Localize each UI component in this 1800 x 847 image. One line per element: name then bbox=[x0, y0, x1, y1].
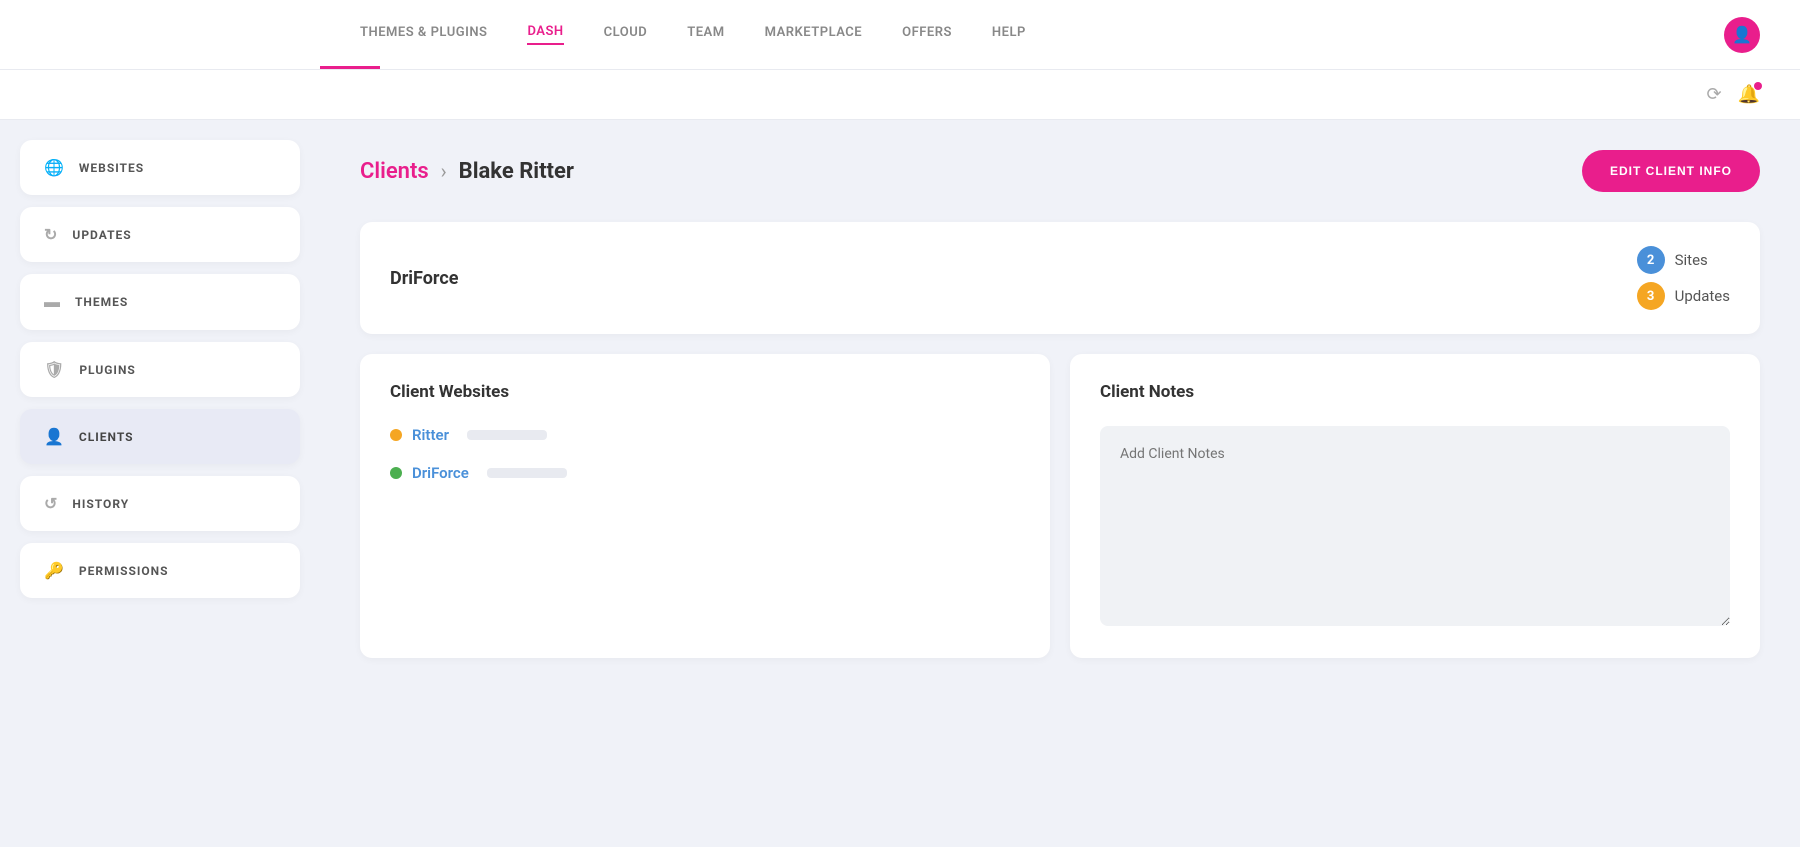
top-nav: THEMES & PLUGINS DASH CLOUD TEAM MARKETP… bbox=[0, 0, 1800, 70]
updates-label: Updates bbox=[1675, 287, 1730, 305]
updates-badge: 3 bbox=[1637, 282, 1665, 310]
company-name: DriForce bbox=[390, 268, 458, 289]
website-item-ritter: Ritter bbox=[390, 426, 1020, 444]
sites-label: Sites bbox=[1675, 251, 1708, 269]
nav-cloud[interactable]: CLOUD bbox=[604, 25, 648, 44]
stats-bar: DriForce 2 Sites 3 Updates bbox=[360, 222, 1760, 334]
website-item-driforce: DriForce bbox=[390, 464, 1020, 482]
nav-right: 👤 bbox=[1724, 17, 1760, 53]
main-layout: 🌐 WEBSITES ↻ UPDATES ▬ THEMES 🛡 PLUGINS … bbox=[0, 120, 1800, 847]
sidebar-item-permissions[interactable]: 🔑 PERMISSIONS bbox=[20, 543, 300, 598]
breadcrumb-clients-link[interactable]: Clients bbox=[360, 159, 429, 184]
notes-textarea[interactable] bbox=[1100, 426, 1730, 626]
breadcrumb: Clients › Blake Ritter bbox=[360, 159, 574, 184]
stats-badges: 2 Sites 3 Updates bbox=[1637, 246, 1730, 310]
websites-panel-title: Client Websites bbox=[390, 382, 1020, 402]
main-content: Clients › Blake Ritter EDIT CLIENT INFO … bbox=[320, 120, 1800, 847]
sidebar-label-history: HISTORY bbox=[72, 497, 129, 511]
plugins-icon: 🛡 bbox=[44, 360, 65, 379]
notification-dot bbox=[1754, 82, 1762, 90]
client-websites-panel: Client Websites Ritter DriForce bbox=[360, 354, 1050, 658]
page-header: Clients › Blake Ritter EDIT CLIENT INFO bbox=[360, 150, 1760, 192]
sites-badge: 2 bbox=[1637, 246, 1665, 274]
sidebar-item-themes[interactable]: ▬ THEMES bbox=[20, 274, 300, 330]
sidebar-item-websites[interactable]: 🌐 WEBSITES bbox=[20, 140, 300, 195]
toolbar: ⟳ 🔔 bbox=[0, 70, 1800, 120]
website-url-ritter bbox=[467, 430, 547, 440]
updates-icon: ↻ bbox=[44, 225, 58, 244]
sidebar-label-plugins: PLUGINS bbox=[79, 363, 135, 377]
dot-orange bbox=[390, 429, 402, 441]
breadcrumb-separator: › bbox=[441, 159, 447, 183]
sidebar-label-updates: UPDATES bbox=[72, 228, 131, 242]
nav-offers[interactable]: OFFERS bbox=[902, 25, 952, 44]
refresh-icon[interactable]: ⟳ bbox=[1706, 84, 1721, 105]
breadcrumb-current-page: Blake Ritter bbox=[459, 159, 574, 184]
clients-icon: 👤 bbox=[44, 427, 65, 446]
notes-panel-title: Client Notes bbox=[1100, 382, 1730, 402]
permissions-icon: 🔑 bbox=[44, 561, 65, 580]
nav-themes-plugins[interactable]: THEMES & PLUGINS bbox=[360, 25, 487, 44]
sites-stat: 2 Sites bbox=[1637, 246, 1708, 274]
sidebar: 🌐 WEBSITES ↻ UPDATES ▬ THEMES 🛡 PLUGINS … bbox=[0, 120, 320, 847]
nav-team[interactable]: TEAM bbox=[687, 25, 724, 44]
edit-client-button[interactable]: EDIT CLIENT INFO bbox=[1582, 150, 1760, 192]
nav-marketplace[interactable]: MARKETPLACE bbox=[765, 25, 863, 44]
website-link-driforce[interactable]: DriForce bbox=[412, 464, 469, 482]
notifications-icon[interactable]: 🔔 bbox=[1738, 84, 1760, 105]
updates-stat: 3 Updates bbox=[1637, 282, 1730, 310]
nav-dash[interactable]: DASH bbox=[527, 24, 563, 45]
client-notes-panel: Client Notes bbox=[1070, 354, 1760, 658]
website-link-ritter[interactable]: Ritter bbox=[412, 426, 449, 444]
website-url-driforce bbox=[487, 468, 567, 478]
sidebar-item-plugins[interactable]: 🛡 PLUGINS bbox=[20, 342, 300, 397]
nav-help[interactable]: HELP bbox=[992, 25, 1026, 44]
clients-row-container: ➔ 👤 CLIENTS bbox=[20, 409, 300, 464]
panels: Client Websites Ritter DriForce Client N… bbox=[360, 354, 1760, 658]
sidebar-item-updates[interactable]: ↻ UPDATES bbox=[20, 207, 300, 262]
dot-green bbox=[390, 467, 402, 479]
user-avatar[interactable]: 👤 bbox=[1724, 17, 1760, 53]
nav-links: THEMES & PLUGINS DASH CLOUD TEAM MARKETP… bbox=[360, 24, 1026, 45]
globe-icon: 🌐 bbox=[44, 158, 65, 177]
sidebar-label-themes: THEMES bbox=[75, 295, 128, 309]
history-icon: ↺ bbox=[44, 494, 58, 513]
themes-icon: ▬ bbox=[44, 292, 61, 312]
sidebar-label-websites: WEBSITES bbox=[79, 161, 144, 175]
sidebar-label-clients: CLIENTS bbox=[79, 430, 134, 444]
sidebar-label-permissions: PERMISSIONS bbox=[79, 564, 169, 578]
sidebar-item-history[interactable]: ↺ HISTORY bbox=[20, 476, 300, 531]
sidebar-item-clients[interactable]: 👤 CLIENTS bbox=[20, 409, 300, 464]
